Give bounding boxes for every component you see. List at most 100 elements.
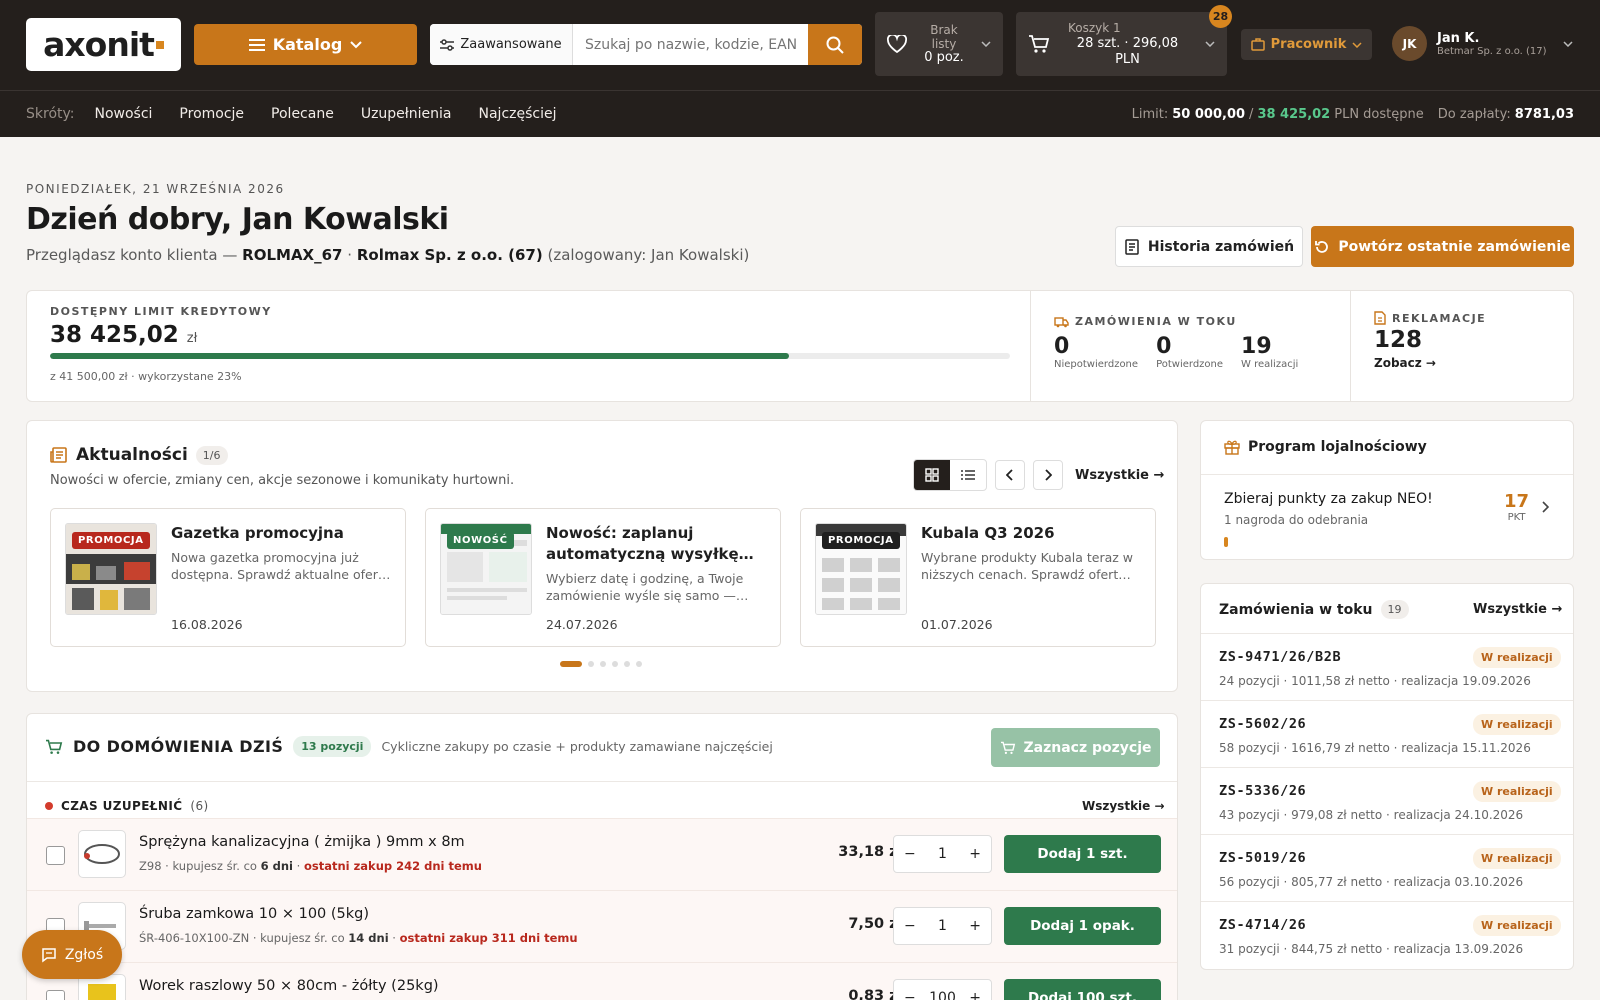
grid-view-button[interactable] [914, 460, 950, 490]
add-to-cart-button[interactable]: Dodaj 1 szt. [1004, 835, 1161, 873]
wishlist-line1: Brak [930, 23, 958, 37]
orders-stat-header: ZAMÓWIENIA W TOKU [1054, 315, 1298, 328]
increment-button[interactable]: + [969, 990, 981, 1000]
decrement-button[interactable]: − [904, 846, 916, 862]
product-checkbox[interactable] [46, 846, 65, 865]
orders-all-link[interactable]: Wszystkie → [1473, 602, 1562, 617]
limit-value: 50 000,00 [1172, 107, 1246, 122]
report-label: Zgłoś [64, 946, 104, 963]
user-name: Jan K. [1437, 30, 1480, 46]
decrement-button[interactable]: − [904, 990, 916, 1000]
increment-button[interactable]: + [969, 846, 981, 862]
order-code: ZS-4714/26 [1219, 917, 1307, 933]
news-card[interactable]: PROMOCJA Gazetka promocyjna Nowa gazetka… [50, 508, 406, 647]
increment-button[interactable]: + [969, 918, 981, 934]
logo-text: axonit [43, 25, 155, 64]
news-card[interactable]: NOWOŚĆ Nowość: zaplanuj automatyczną wys… [425, 508, 781, 647]
product-name[interactable]: Worek raszlowy 50 × 80cm - żółty (25kg) [139, 978, 439, 994]
shortcut-promocje[interactable]: Promocje [179, 106, 244, 122]
shortcut-uzupelnienia[interactable]: Uzupełnienia [361, 106, 452, 122]
complaints-link[interactable]: Zobacz → [1374, 356, 1486, 370]
loyalty-rewards: 1 nagroda do odebrania [1224, 513, 1369, 527]
refresh-icon [1315, 240, 1329, 253]
report-button[interactable]: Zgłoś [22, 930, 122, 979]
reorder-header: DO DOMÓWIENIA DZIŚ 13 pozycji Cykliczne … [45, 736, 773, 757]
product-name[interactable]: Śruba zamkowa 10 × 100 (5kg) [139, 906, 369, 922]
reorder-title: DO DOMÓWIENIA DZIŚ [73, 737, 284, 756]
credit-limit-label: DOSTĘPNY LIMIT KREDYTOWY [50, 305, 272, 318]
orders-in-progress-panel: Zamówienia w toku 19 Wszystkie → ZS-9471… [1200, 583, 1574, 970]
carousel-dot[interactable] [624, 661, 630, 667]
carousel-dot-active[interactable] [560, 661, 582, 667]
logo[interactable]: axonit [26, 18, 181, 71]
news-card-description: Wybierz datę i godzinę, a Twoje zamówien… [546, 571, 749, 603]
wishlist-line3: 0 poz. [924, 50, 964, 65]
carousel-dot[interactable] [600, 661, 606, 667]
advanced-search-button[interactable]: Zaawansowane [430, 24, 573, 65]
product-checkbox[interactable] [46, 990, 65, 1000]
order-item[interactable]: ZS-4714/26 W realizacji 31 pozycji · 844… [1201, 901, 1573, 968]
avatar: JK [1392, 26, 1427, 61]
top-bar: axonit Katalog Zaawansowane Brak listy 0… [0, 0, 1600, 90]
select-items-button[interactable]: Zaznacz pozycje [991, 728, 1160, 767]
chevron-right-icon[interactable] [1541, 501, 1549, 513]
news-panel: Aktualności 1/6 Nowości w ofercie, zmian… [26, 420, 1178, 692]
orders-stat-number: 19 [1241, 334, 1272, 359]
complaints-header: REKLAMACJE [1374, 311, 1486, 325]
quantity-value[interactable]: 1 [938, 918, 947, 934]
product-frequency: 6 dni [260, 859, 293, 873]
wishlist-button[interactable]: Brak listy 0 poz. [875, 12, 1003, 76]
order-history-button[interactable]: Historia zamówień [1115, 226, 1303, 267]
search-button[interactable] [808, 24, 862, 65]
order-item[interactable]: ZS-5336/26 W realizacji 43 pozycji · 979… [1201, 767, 1573, 834]
orders-panel-count: 19 [1380, 600, 1409, 619]
news-controls: Wszystkie → [913, 459, 1164, 491]
order-item[interactable]: ZS-5602/26 W realizacji 58 pozycji · 161… [1201, 700, 1573, 767]
carousel-dot[interactable] [636, 661, 642, 667]
orders-in-progress-stat: ZAMÓWIENIA W TOKU 0 Niepotwierdzone 0 Potw… [1054, 315, 1298, 370]
shortcut-polecane[interactable]: Polecane [271, 106, 334, 122]
product-code: Z98 [139, 859, 162, 873]
news-next-button[interactable] [1033, 460, 1063, 490]
search-input[interactable] [573, 24, 808, 65]
product-row: Śruba zamkowa 10 × 100 (5kg) ŚR-406-10X1… [27, 890, 1177, 962]
decrement-button[interactable]: − [904, 918, 916, 934]
news-prev-button[interactable] [995, 460, 1025, 490]
news-card[interactable]: PROMOCJA Kubala Q3 2026 Wybrane produkty… [800, 508, 1156, 647]
add-to-cart-button[interactable]: Dodaj 1 opak. [1004, 907, 1161, 945]
quantity-value[interactable]: 100 [929, 990, 956, 1000]
carousel-dot[interactable] [588, 661, 594, 667]
logged-in-as: (zalogowany: Jan Kowalski) [547, 246, 750, 264]
divider [27, 781, 1177, 782]
catalog-button[interactable]: Katalog [194, 24, 417, 65]
news-all-link[interactable]: Wszystkie → [1075, 468, 1164, 483]
repeat-last-order-button[interactable]: Powtórz ostatnie zamówienie [1311, 226, 1574, 267]
carousel-dot[interactable] [612, 661, 618, 667]
menu-icon [248, 38, 265, 51]
order-item[interactable]: ZS-9471/26/B2B W realizacji 24 pozycji ·… [1201, 633, 1573, 700]
shortcut-najczesciej[interactable]: Najczęściej [479, 106, 557, 122]
cart-icon [1000, 741, 1015, 754]
user-menu[interactable]: JK Jan K. Betmar Sp. z o.o. (17) [1392, 26, 1573, 61]
product-row: Sprężyna kanalizacyjna ( żmijka ) 9mm x … [27, 818, 1177, 890]
add-to-cart-button[interactable]: Dodaj 100 szt. [1004, 979, 1161, 1000]
reorder-today-panel: DO DOMÓWIENIA DZIŚ 13 pozycji Cykliczne … [26, 713, 1178, 1000]
loyalty-promo[interactable]: Zbieraj punkty za zakup NEO! [1224, 491, 1433, 507]
orders-stat-caption: Niepotwierdzone [1054, 359, 1139, 370]
shortcut-nowosci[interactable]: Nowości [94, 106, 152, 122]
orders-stat-number: 0 [1054, 334, 1070, 359]
cart-button[interactable]: Koszyk 1 28 szt. · 296,08 PLN [1016, 12, 1227, 76]
category-all-link[interactable]: Wszystkie → [1082, 799, 1165, 813]
list-view-button[interactable] [950, 460, 986, 490]
quantity-value[interactable]: 1 [938, 846, 947, 862]
employee-button[interactable]: Pracownik [1241, 29, 1372, 60]
order-item[interactable]: ZS-5019/26 W realizacji 56 pozycji · 805… [1201, 834, 1573, 901]
cart-icon [46, 739, 63, 754]
product-name[interactable]: Sprężyna kanalizacyjna ( żmijka ) 9mm x … [139, 834, 465, 850]
page-title: Dzień dobry, Jan Kowalski [26, 202, 449, 237]
news-title: Aktualności [76, 445, 188, 465]
news-card-title: Gazetka promocyjna [171, 524, 344, 542]
receipt-icon [1125, 238, 1139, 255]
account-stats: DOSTĘPNY LIMIT KREDYTOWY 38 425,02 zł z … [26, 290, 1574, 402]
news-card-date: 24.07.2026 [546, 617, 618, 632]
